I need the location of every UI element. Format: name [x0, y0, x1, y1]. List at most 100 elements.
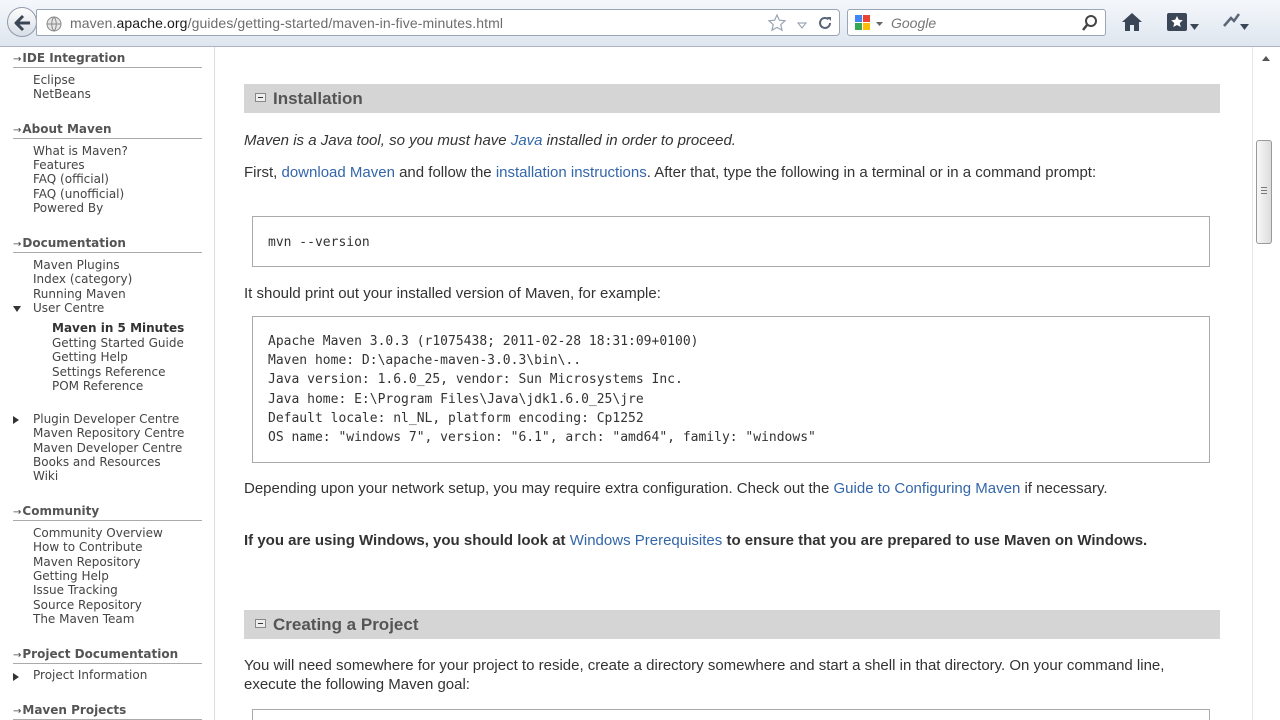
section-title: Maven Projects	[22, 703, 127, 717]
network-setup-text: Depending upon your network setup, you m…	[244, 479, 1194, 498]
section-ide-integration[interactable]: →IDE Integration	[13, 51, 202, 68]
bookmark-star-icon[interactable]	[767, 13, 787, 37]
scrollbar-thumb[interactable]	[1256, 140, 1272, 244]
sidebar-item-books-and-resources[interactable]: Books and Resources	[33, 455, 161, 469]
creating-project-heading: Creating a Project	[273, 615, 419, 634]
windows-note-text: If you are using Windows, you should loo…	[244, 531, 1194, 550]
section-about-maven[interactable]: →About Maven	[13, 122, 202, 139]
sidebar-item-running-maven[interactable]: Running Maven	[33, 287, 126, 301]
vertical-scrollbar[interactable]	[1252, 47, 1280, 720]
sidebar-item-getting-help[interactable]: Getting Help	[52, 350, 128, 364]
address-bar[interactable]: maven.apache.org/guides/getting-started/…	[36, 9, 840, 36]
expand-arrow-icon: →	[13, 125, 22, 136]
section-community[interactable]: →Community	[13, 504, 202, 521]
sidebar-item-issue-tracking[interactable]: Issue Tracking	[33, 583, 118, 597]
main-content: Installation Maven is a Java tool, so yo…	[215, 47, 1252, 720]
collapse-icon[interactable]	[255, 93, 266, 102]
sidebar-item-maven-developer-centre[interactable]: Maven Developer Centre	[33, 441, 182, 455]
sidebar-item-settings-reference[interactable]: Settings Reference	[52, 365, 165, 379]
archetype-command-block	[252, 709, 1210, 720]
version-output: Apache Maven 3.0.3 (r1075438; 2011-02-28…	[268, 334, 816, 446]
grip-icon	[1261, 187, 1267, 188]
expand-arrow-icon: →	[13, 706, 22, 717]
search-placeholder: Google	[891, 15, 937, 31]
section-title: About Maven	[22, 122, 112, 136]
section-documentation[interactable]: →Documentation	[13, 236, 202, 253]
expand-arrow-icon: →	[13, 54, 22, 65]
expanded-triangle-icon[interactable]	[13, 306, 21, 312]
sidebar-item-maven-in-5-minutes[interactable]: Maven in 5 Minutes	[52, 321, 184, 335]
history-dropdown-icon[interactable]	[796, 17, 807, 35]
sidebar-item-faq-official[interactable]: FAQ (official)	[33, 172, 109, 186]
sidebar-item-plugin-developer-centre[interactable]: Plugin Developer Centre	[33, 412, 179, 426]
java-link[interactable]: Java	[511, 132, 543, 149]
url-domain: apache.org	[116, 15, 188, 31]
browser-toolbar: maven.apache.org/guides/getting-started/…	[0, 0, 1280, 47]
sidebar-item-faq-unofficial[interactable]: FAQ (unofficial)	[33, 187, 124, 201]
version-command-block: mvn --version	[252, 216, 1210, 267]
sidebar-item-user-centre[interactable]: User Centre	[33, 301, 104, 315]
sidebar-item-features[interactable]: Features	[33, 158, 85, 172]
reload-icon[interactable]	[817, 15, 833, 36]
print-out-text: It should print out your installed versi…	[244, 285, 661, 302]
collapsed-triangle-icon[interactable]	[13, 673, 19, 681]
sidebar-item-source-repository[interactable]: Source Repository	[33, 598, 142, 612]
sidebar-item-project-information[interactable]: Project Information	[33, 668, 147, 682]
section-title: IDE Integration	[22, 51, 126, 65]
text-fragment: Depending upon your network setup, you m…	[244, 480, 834, 497]
url-text: maven.apache.org/guides/getting-started/…	[70, 15, 503, 31]
sidebar-item-what-is-maven[interactable]: What is Maven?	[33, 144, 128, 158]
section-maven-projects[interactable]: →Maven Projects	[13, 703, 202, 720]
section-title: Project Documentation	[22, 647, 179, 661]
google-engine-icon[interactable]	[854, 14, 888, 37]
sidebar-item-the-maven-team[interactable]: The Maven Team	[33, 612, 134, 626]
sidebar-item-getting-started-guide[interactable]: Getting Started Guide	[52, 336, 184, 350]
section-project-documentation[interactable]: →Project Documentation	[13, 647, 202, 664]
version-command: mvn --version	[268, 235, 370, 250]
sidebar-item-netbeans[interactable]: NetBeans	[33, 87, 91, 101]
sidebar-nav: →IDE Integration Eclipse NetBeans →About…	[0, 47, 215, 720]
sidebar-item-maven-repository-centre[interactable]: Maven Repository Centre	[33, 426, 184, 440]
addon-icon[interactable]	[1222, 12, 1241, 35]
sidebar-item-eclipse[interactable]: Eclipse	[33, 73, 75, 87]
back-button[interactable]	[7, 7, 37, 37]
chevron-down-icon[interactable]	[1240, 17, 1249, 35]
sidebar-item-powered-by[interactable]: Powered By	[33, 201, 103, 215]
sidebar-item-wiki[interactable]: Wiki	[33, 469, 58, 483]
chevron-down-icon[interactable]	[1190, 17, 1199, 35]
sidebar-item-maven-plugins[interactable]: Maven Plugins	[33, 258, 120, 272]
download-instructions-text: First, download Maven and follow the ins…	[244, 163, 1194, 182]
sidebar-item-community-getting-help[interactable]: Getting Help	[33, 569, 109, 583]
url-actions	[762, 13, 833, 35]
text-fragment: if necessary.	[1020, 480, 1108, 497]
installation-instructions-link[interactable]: installation instructions	[496, 164, 647, 181]
back-arrow-icon	[14, 14, 30, 32]
download-maven-link[interactable]: download Maven	[282, 164, 395, 181]
search-box[interactable]: Google	[847, 9, 1106, 36]
text-fragment: First,	[244, 164, 282, 181]
installation-header: Installation	[244, 84, 1220, 113]
expand-arrow-icon: →	[13, 650, 22, 661]
windows-prerequisites-link[interactable]: Windows Prerequisites	[570, 532, 723, 549]
guide-to-configuring-maven-link[interactable]: Guide to Configuring Maven	[834, 480, 1021, 497]
expand-arrow-icon: →	[13, 239, 22, 250]
sidebar-item-community-overview[interactable]: Community Overview	[33, 526, 163, 540]
sidebar-item-pom-reference[interactable]: POM Reference	[52, 379, 143, 393]
search-icon[interactable]	[1081, 14, 1099, 37]
text-fragment: to ensure that you are prepared to use M…	[722, 532, 1148, 549]
collapse-icon[interactable]	[255, 619, 266, 628]
collapsed-triangle-icon[interactable]	[13, 416, 19, 424]
sidebar-item-maven-repository[interactable]: Maven Repository	[33, 555, 140, 569]
url-prefix: maven.	[70, 15, 117, 31]
sidebar-item-how-to-contribute[interactable]: How to Contribute	[33, 540, 142, 554]
text-fragment: . After that, type the following in a te…	[646, 164, 1097, 181]
text-fragment: If you are using Windows, you should loo…	[244, 532, 570, 549]
bookmarks-icon[interactable]	[1166, 11, 1188, 38]
section-title: Documentation	[22, 236, 126, 250]
version-output-block: Apache Maven 3.0.3 (r1075438; 2011-02-28…	[252, 316, 1210, 463]
sidebar-item-index-category[interactable]: Index (category)	[33, 272, 132, 286]
expand-arrow-icon: →	[13, 507, 22, 518]
scroll-up-arrow-icon[interactable]	[1262, 56, 1270, 61]
java-requirement-text: Maven is a Java tool, so you must have J…	[244, 131, 1194, 150]
home-icon[interactable]	[1121, 11, 1143, 38]
